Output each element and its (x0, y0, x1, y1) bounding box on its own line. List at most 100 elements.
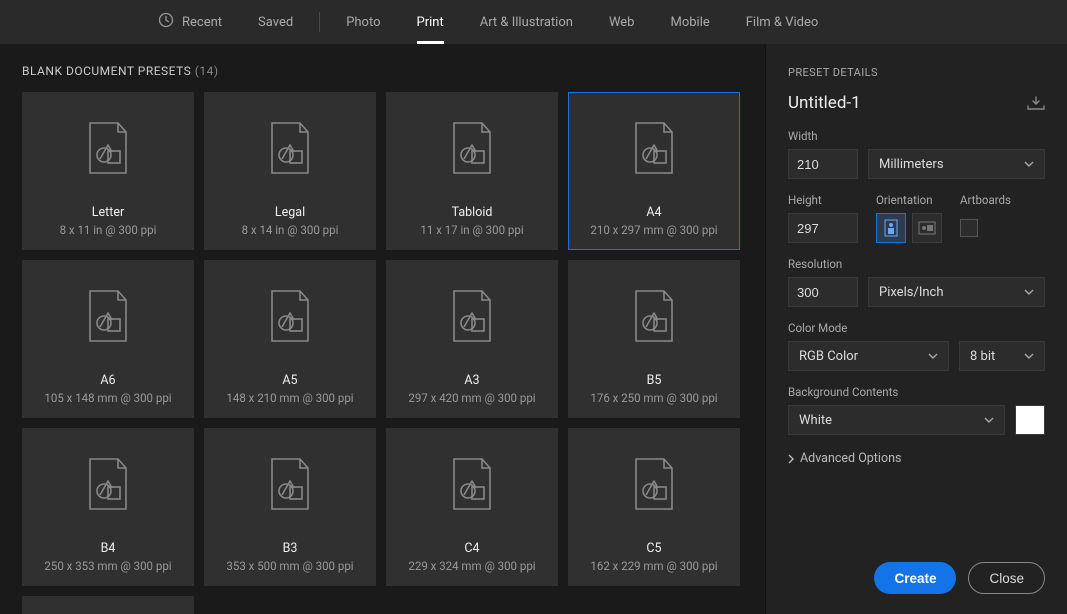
preset-card[interactable]: C5162 x 229 mm @ 300 ppi (568, 428, 740, 586)
tab-art-illustration[interactable]: Art & Illustration (462, 0, 591, 44)
preset-card[interactable]: Legal 8 x 14 in @ 300 ppi (204, 92, 376, 250)
create-button[interactable]: Create (874, 562, 956, 594)
tab-label: Film & Video (746, 15, 819, 30)
preset-name: B3 (283, 541, 298, 556)
preset-name: Legal (275, 205, 305, 220)
document-name-input[interactable]: Untitled-1 (788, 93, 861, 113)
preset-card[interactable]: B3 353 x 500 mm @ 300 ppi (204, 428, 376, 586)
panel-title: PRESET DETAILS (788, 66, 1045, 79)
tab-mobile[interactable]: Mobile (652, 0, 727, 44)
document-icon (632, 457, 676, 511)
preset-dimensions: 210 x 297 mm @ 300 ppi (590, 223, 717, 237)
resolution-label: Resolution (788, 257, 1045, 271)
background-contents-label: Background Contents (788, 385, 1045, 399)
tab-web[interactable]: Web (591, 0, 653, 44)
preset-card[interactable]: B4 250 x 353 mm @ 300 ppi (22, 428, 194, 586)
orientation-landscape-button[interactable] (912, 213, 942, 243)
section-count: (14) (195, 64, 219, 78)
tab-label: Print (417, 15, 444, 30)
section-title-text: BLANK DOCUMENT PRESETS (22, 64, 191, 78)
document-icon (86, 121, 130, 175)
preset-dimensions: 8 x 11 in @ 300 ppi (60, 223, 157, 237)
tab-separator (319, 12, 320, 32)
width-label: Width (788, 129, 1045, 143)
artboards-label: Artboards (960, 193, 1011, 207)
section-title: BLANK DOCUMENT PRESETS (14) (22, 64, 755, 78)
tab-label: Photo (346, 15, 380, 30)
units-value: Millimeters (879, 157, 944, 172)
chevron-right-icon (788, 454, 794, 464)
color-mode-select[interactable]: RGB Color (788, 341, 949, 371)
tab-photo[interactable]: Photo (328, 0, 398, 44)
document-icon (86, 457, 130, 511)
document-icon (450, 289, 494, 343)
preset-dimensions: 148 x 210 mm @ 300 ppi (226, 391, 353, 405)
preset-dimensions: 105 x 148 mm @ 300 ppi (44, 391, 171, 405)
preset-card[interactable]: A4 210 x 297 mm @ 300 ppi (568, 92, 740, 250)
save-preset-icon[interactable] (1027, 96, 1045, 110)
width-input[interactable] (788, 149, 858, 179)
preset-dimensions: 353 x 500 mm @ 300 ppi (226, 559, 353, 573)
preset-name: A3 (464, 373, 479, 388)
tab-saved[interactable]: Saved (240, 0, 311, 44)
bit-depth-value: 8 bit (970, 349, 995, 364)
preset-name: Letter (92, 205, 124, 220)
presets-panel: BLANK DOCUMENT PRESETS (14) Letter 8 x 11… (0, 44, 765, 614)
preset-card[interactable]: A6 105 x 148 mm @ 300 ppi (22, 260, 194, 418)
tab-label: Saved (258, 15, 293, 30)
preset-dimensions: 8 x 14 in @ 300 ppi (242, 223, 339, 237)
preset-dimensions: 297 x 420 mm @ 300 ppi (408, 391, 535, 405)
bit-depth-select[interactable]: 8 bit (959, 341, 1045, 371)
preset-card[interactable]: B5 176 x 250 mm @ 300 ppi (568, 260, 740, 418)
tab-label: Art & Illustration (480, 15, 573, 30)
color-mode-label: Color Mode (788, 321, 1045, 335)
artboards-checkbox[interactable] (960, 219, 978, 237)
preset-details-panel: PRESET DETAILS Untitled-1 Width Millimet… (765, 44, 1067, 614)
advanced-options-toggle[interactable]: Advanced Options (788, 451, 1045, 466)
preset-name: A6 (100, 373, 115, 388)
preset-name: B5 (647, 373, 662, 388)
document-icon (86, 289, 130, 343)
advanced-options-label: Advanced Options (800, 451, 901, 466)
preset-card[interactable]: Letter 8 x 11 in @ 300 ppi (22, 92, 194, 250)
background-contents-value: White (799, 413, 832, 428)
preset-dimensions: 11 x 17 in @ 300 ppi (420, 223, 523, 237)
preset-card[interactable] (22, 596, 194, 614)
tab-recent[interactable]: Recent (140, 0, 240, 44)
preset-dimensions: 250 x 353 mm @ 300 ppi (44, 559, 171, 573)
background-contents-select[interactable]: White (788, 405, 1005, 435)
preset-dimensions: 176 x 250 mm @ 300 ppi (590, 391, 717, 405)
chevron-down-icon (1024, 161, 1034, 167)
orientation-portrait-button[interactable] (876, 213, 906, 243)
document-icon (268, 121, 312, 175)
document-icon (268, 457, 312, 511)
close-button[interactable]: Close (968, 562, 1045, 594)
preset-card[interactable]: C4 229 x 324 mm @ 300 ppi (386, 428, 558, 586)
preset-card[interactable]: A3 297 x 420 mm @ 300 ppi (386, 260, 558, 418)
tab-film-video[interactable]: Film & Video (728, 0, 837, 44)
document-icon (632, 121, 676, 175)
chevron-down-icon (1024, 353, 1034, 359)
background-color-swatch[interactable] (1015, 405, 1045, 435)
preset-name: B4 (101, 541, 116, 556)
tab-label: Web (609, 15, 635, 30)
resolution-input[interactable] (788, 277, 858, 307)
tab-print[interactable]: Print (399, 0, 462, 44)
document-icon (632, 289, 676, 343)
tab-label: Recent (182, 15, 222, 30)
height-input[interactable] (788, 213, 858, 243)
preset-card[interactable]: Tabloid11 x 17 in @ 300 ppi (386, 92, 558, 250)
preset-card[interactable]: A5148 x 210 mm @ 300 ppi (204, 260, 376, 418)
document-icon (450, 121, 494, 175)
document-icon (450, 457, 494, 511)
chevron-down-icon (928, 353, 938, 359)
preset-dimensions: 229 x 324 mm @ 300 ppi (408, 559, 535, 573)
preset-name: A4 (646, 205, 661, 220)
units-select[interactable]: Millimeters (868, 149, 1045, 179)
resolution-units-select[interactable]: Pixels/Inch (868, 277, 1045, 307)
height-label: Height (788, 193, 858, 207)
preset-name: C5 (646, 541, 661, 556)
chevron-down-icon (1024, 289, 1034, 295)
document-icon (268, 289, 312, 343)
preset-name: C4 (464, 541, 479, 556)
